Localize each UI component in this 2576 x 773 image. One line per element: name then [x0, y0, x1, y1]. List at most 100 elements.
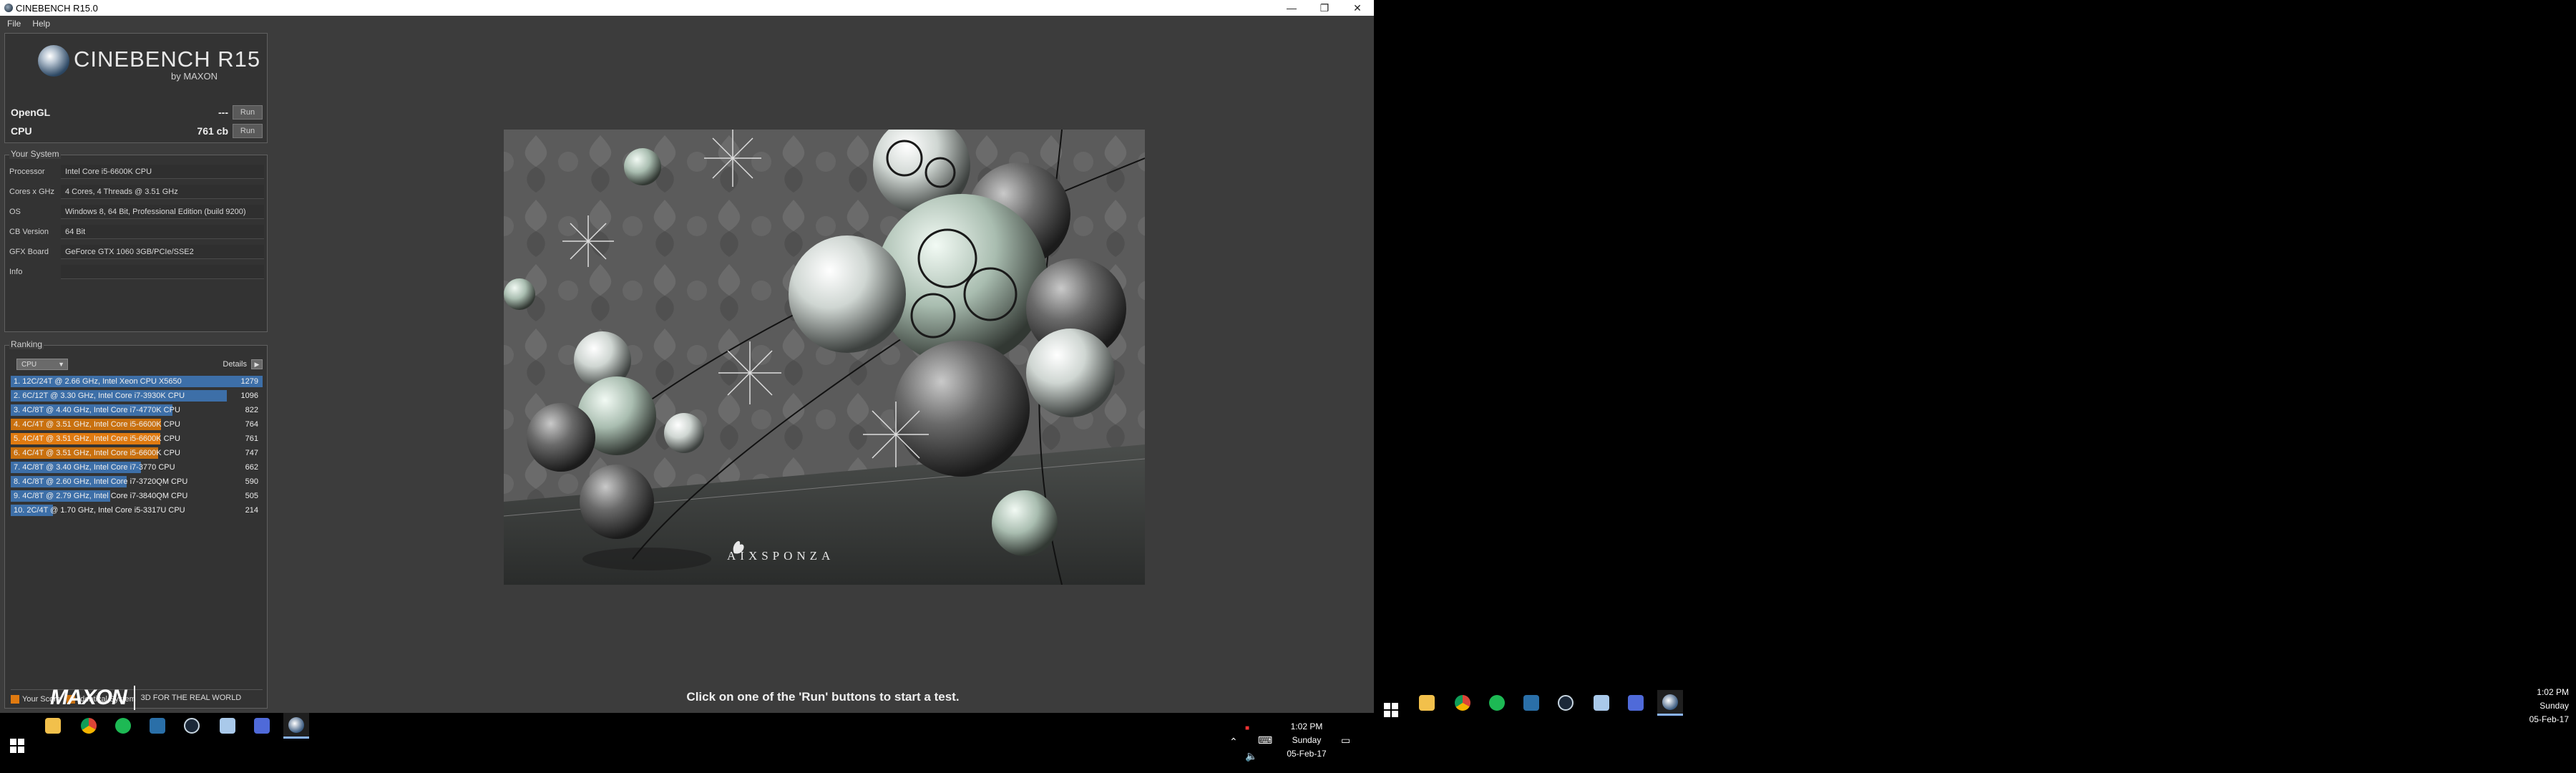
- ranking-label: 2. 6C/12T @ 3.30 GHz, Intel Core i7-3930…: [14, 392, 185, 400]
- chevron-down-icon: ▼: [58, 361, 64, 368]
- steam-icon[interactable]: [1553, 690, 1579, 716]
- notepad-icon[interactable]: [1589, 690, 1614, 716]
- action-center-icon[interactable]: ▭: [1341, 734, 1350, 747]
- ranking-row[interactable]: 8. 4C/8T @ 2.60 GHz, Intel Core i7-3720Q…: [11, 475, 263, 489]
- notepad-icon[interactable]: [215, 713, 240, 739]
- ranking-row[interactable]: 9. 4C/8T @ 2.79 GHz, Intel Core i7-3840Q…: [11, 489, 263, 503]
- discord-icon[interactable]: [1623, 690, 1649, 716]
- ranking-type-select[interactable]: CPU ▼: [16, 359, 68, 370]
- system-key: Processor: [9, 167, 45, 176]
- system-row-gfx: GFX Board GeForce GTX 1060 3GB/PCIe/SSE2: [9, 244, 264, 260]
- maxon-footer: MAXON 3D FOR THE REAL WORLD: [50, 686, 265, 710]
- ranking-score: 761: [245, 434, 258, 443]
- logo-title: CINEBENCH R15: [74, 47, 261, 72]
- ranking-row[interactable]: 7. 4C/8T @ 3.40 GHz, Intel Core i7-3770 …: [11, 460, 263, 475]
- discord-icon[interactable]: [249, 713, 275, 739]
- left-panel: CINEBENCH R15 by MAXON OpenGL --- Run CP…: [4, 33, 268, 711]
- ranking-controls: CPU ▼ Details ▶: [11, 359, 263, 371]
- your-system-panel: Your System Processor Intel Core i5-6600…: [4, 149, 268, 332]
- system-value[interactable]: 4 Cores, 4 Threads @ 3.51 GHz: [61, 185, 264, 199]
- details-label: Details: [223, 360, 247, 369]
- logo-byline: by MAXON: [171, 71, 218, 82]
- spotify-icon[interactable]: [1484, 690, 1510, 716]
- opengl-score: ---: [218, 107, 228, 118]
- chrome-icon[interactable]: [1450, 690, 1475, 716]
- desktop: CINEBENCH R15.0 — ❐ ✕ File Help CINEBENC…: [0, 0, 2576, 773]
- ranking-row[interactable]: 3. 4C/8T @ 4.40 GHz, Intel Core i7-4770K…: [11, 403, 263, 417]
- opengl-run-button[interactable]: Run: [233, 105, 263, 120]
- system-row-info: Info: [9, 264, 264, 280]
- cinebench-window: CINEBENCH R15.0 — ❐ ✕ File Help CINEBENC…: [0, 0, 1374, 713]
- system-row-cb-version: CB Version 64 Bit: [9, 224, 264, 240]
- title-bar[interactable]: CINEBENCH R15.0 — ❐ ✕: [0, 0, 1374, 16]
- ranking-label: 5. 4C/4T @ 3.51 GHz, Intel Core i5-6600K…: [14, 434, 180, 443]
- clock-time: 1:02 PM: [2537, 687, 2569, 697]
- ranking-score: 662: [245, 463, 258, 472]
- ranking-row[interactable]: 4. 4C/4T @ 3.51 GHz, Intel Core i5-6600K…: [11, 417, 263, 432]
- taskbar-clock[interactable]: 1:02 PM Sunday 05-Feb-17: [2490, 686, 2569, 726]
- ranking-score: 590: [245, 477, 258, 486]
- menu-file[interactable]: File: [0, 19, 25, 29]
- status-message: Click on one of the 'Run' buttons to sta…: [686, 690, 960, 704]
- system-value[interactable]: Intel Core i5-6600K CPU: [61, 165, 264, 179]
- ranking-row[interactable]: 1. 12C/24T @ 2.66 GHz, Intel Xeon CPU X5…: [11, 374, 263, 389]
- system-row-processor: Processor Intel Core i5-6600K CPU: [9, 164, 264, 180]
- chevron-right-icon[interactable]: ▶: [251, 359, 263, 369]
- ranking-label: 10. 2C/4T @ 1.70 GHz, Intel Core i5-3317…: [14, 506, 185, 515]
- ranking-score: 1096: [240, 392, 258, 400]
- steam-icon[interactable]: [179, 713, 205, 739]
- minimize-button[interactable]: —: [1275, 0, 1308, 16]
- ranking-label: 3. 4C/8T @ 4.40 GHz, Intel Core i7-4770K…: [14, 406, 180, 414]
- ranking-row[interactable]: 6. 4C/4T @ 3.51 GHz, Intel Core i5-6600K…: [11, 446, 263, 460]
- cpu-run-button[interactable]: Run: [233, 124, 263, 138]
- hwinfo-icon[interactable]: [145, 713, 170, 739]
- ranking-score: 747: [245, 449, 258, 457]
- details-toggle[interactable]: Details ▶: [223, 359, 263, 370]
- cinebench-taskbar-icon[interactable]: [283, 713, 309, 739]
- ranking-label: 6. 4C/4T @ 3.51 GHz, Intel Core i5-6600K…: [14, 449, 180, 457]
- menu-help[interactable]: Help: [25, 19, 54, 29]
- volume-icon[interactable]: 🔈: [1245, 750, 1257, 762]
- cpu-score-row: CPU 761 cb Run: [11, 122, 263, 140]
- ranking-row[interactable]: 5. 4C/4T @ 3.51 GHz, Intel Core i5-6600K…: [11, 432, 263, 446]
- ranking-score: 822: [245, 406, 258, 414]
- ranking-row[interactable]: 10. 2C/4T @ 1.70 GHz, Intel Core i5-3317…: [11, 503, 263, 517]
- system-key: Cores x GHz: [9, 188, 54, 196]
- taskbar-primary: ⌃ ■ ⌨ 🔈 1:02 PM Sunday 05-Feb-17 ▭: [0, 713, 1374, 773]
- clock-date: 05-Feb-17: [1287, 749, 1327, 759]
- file-explorer-icon[interactable]: [1414, 690, 1440, 716]
- ranking-title: Ranking: [9, 339, 44, 349]
- system-value[interactable]: 64 Bit: [61, 225, 264, 239]
- windows-start-icon[interactable]: [4, 733, 30, 759]
- cinebench-app-icon: [4, 4, 13, 12]
- system-key: OS: [9, 208, 21, 216]
- score-panel: CINEBENCH R15 by MAXON OpenGL --- Run CP…: [4, 33, 268, 143]
- cinebench-taskbar-icon[interactable]: [1657, 690, 1683, 716]
- windows-start-icon[interactable]: [1378, 697, 1404, 723]
- notification-badge-icon: ■: [1245, 724, 1250, 732]
- system-value[interactable]: GeForce GTX 1060 3GB/PCIe/SSE2: [61, 245, 264, 259]
- close-button[interactable]: ✕: [1341, 0, 1374, 16]
- opengl-label: OpenGL: [11, 107, 51, 118]
- ranking-row[interactable]: 2. 6C/12T @ 3.30 GHz, Intel Core i7-3930…: [11, 389, 263, 403]
- system-value[interactable]: Windows 8, 64 Bit, Professional Edition …: [61, 205, 264, 219]
- ranking-label: 8. 4C/8T @ 2.60 GHz, Intel Core i7-3720Q…: [14, 477, 188, 486]
- file-explorer-icon[interactable]: [40, 713, 66, 739]
- system-key: Info: [9, 268, 23, 276]
- taskbar-clock[interactable]: 1:02 PM Sunday 05-Feb-17: [1277, 720, 1337, 761]
- restore-button[interactable]: ❐: [1308, 0, 1341, 16]
- taskbar-secondary: 1:02 PM Sunday 05-Feb-17: [1374, 687, 2576, 727]
- your-score-swatch: [11, 695, 19, 704]
- keyboard-icon[interactable]: ⌨: [1258, 734, 1272, 747]
- cinebench-logo-icon: [38, 45, 69, 77]
- spotify-icon[interactable]: [110, 713, 136, 739]
- your-system-title: Your System: [9, 149, 61, 159]
- chevron-up-icon[interactable]: ⌃: [1229, 736, 1238, 748]
- ranking-label: 4. 4C/4T @ 3.51 GHz, Intel Core i5-6600K…: [14, 420, 180, 429]
- hwinfo-icon[interactable]: [1518, 690, 1544, 716]
- ranking-label: 1. 12C/24T @ 2.66 GHz, Intel Xeon CPU X5…: [14, 377, 182, 386]
- clock-date: 05-Feb-17: [2529, 714, 2569, 724]
- chrome-icon[interactable]: [76, 713, 102, 739]
- cpu-label: CPU: [11, 125, 32, 137]
- info-field[interactable]: [61, 265, 264, 279]
